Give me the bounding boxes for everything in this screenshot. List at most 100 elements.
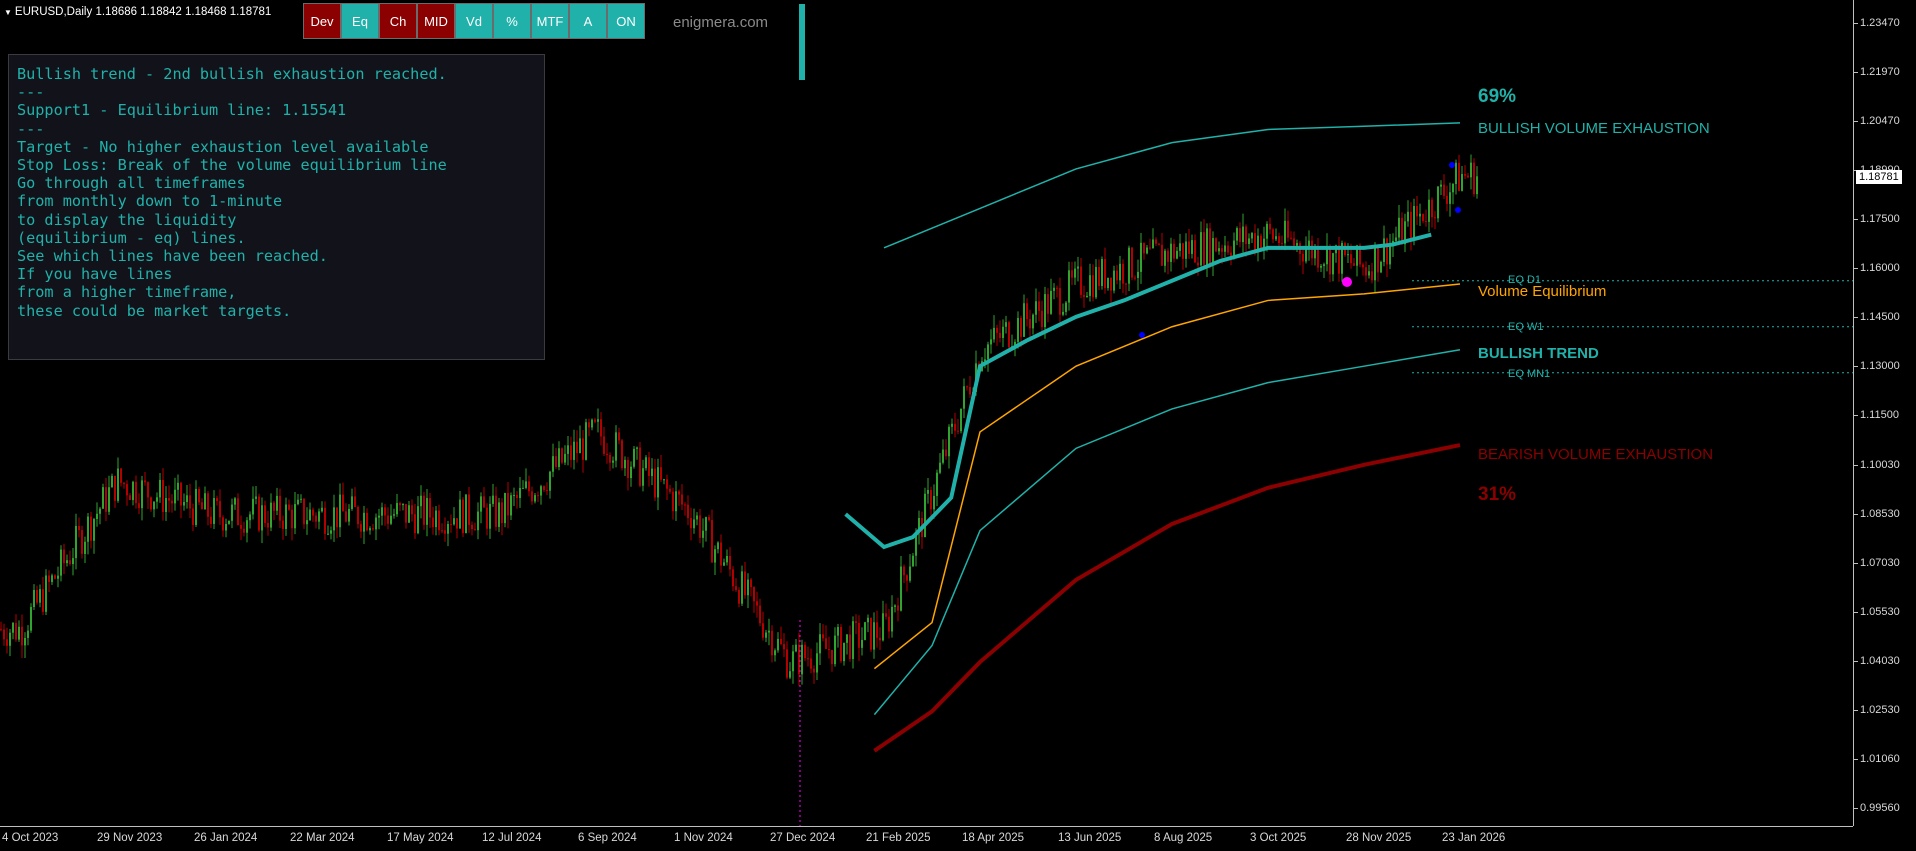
candle-body	[807, 658, 809, 660]
info-line: from a higher timeframe,	[17, 283, 237, 302]
candle-body	[666, 479, 668, 489]
candle-body	[1278, 236, 1280, 244]
candle-body	[717, 542, 719, 550]
candle-body	[345, 511, 347, 522]
candle-body	[651, 468, 653, 477]
candle-body	[936, 472, 938, 496]
candle-body	[657, 467, 659, 498]
candle-body	[513, 494, 515, 496]
candle-body	[747, 579, 749, 596]
indicator-line	[883, 122, 1461, 249]
a-button[interactable]: A	[569, 3, 607, 39]
candle-body	[123, 482, 125, 485]
candle-body	[141, 480, 143, 509]
candle-body	[1206, 228, 1208, 265]
candle-body	[213, 498, 215, 524]
candle-body	[1281, 243, 1283, 245]
pct-top-label: 69%	[1478, 86, 1517, 107]
ch-button[interactable]: Ch	[379, 3, 417, 39]
candle-body	[816, 653, 818, 673]
candle-body	[831, 649, 833, 665]
candle-body	[129, 495, 131, 501]
price-tick: 1.08530	[1854, 508, 1900, 520]
on-button[interactable]: ON	[607, 3, 645, 39]
collapse-triangle-icon[interactable]: ▼	[4, 8, 12, 17]
candle-body	[1221, 248, 1223, 252]
candle-body	[21, 626, 23, 646]
candle-body	[465, 494, 467, 534]
candle-body	[1098, 266, 1100, 286]
candle-body	[912, 555, 914, 567]
candle-body	[828, 649, 830, 651]
candle-body	[378, 515, 380, 518]
candle-body	[1455, 162, 1457, 185]
candle-body	[459, 499, 461, 529]
candle-body	[684, 504, 686, 506]
percent-button[interactable]: %	[493, 3, 531, 39]
candle-body	[285, 504, 287, 529]
time-axis[interactable]: 4 Oct 2023 29 Nov 2023 26 Jan 2024 22 Ma…	[0, 826, 1853, 851]
time-tick: 18 Apr 2025	[962, 832, 1025, 844]
candle-body	[162, 479, 164, 512]
vd-button[interactable]: Vd	[455, 3, 493, 39]
candle-body	[348, 508, 350, 522]
candle-body	[438, 510, 440, 531]
price-tick: 1.13000	[1854, 360, 1900, 372]
chart-area[interactable]: ▼ EURUSD,Daily 1.18686 1.18842 1.18468 1.…	[0, 0, 1853, 826]
candle-body	[24, 637, 26, 646]
candle-body	[756, 601, 758, 606]
candle-body	[372, 528, 374, 530]
candle-body	[963, 386, 965, 409]
candle-body	[219, 501, 221, 518]
candle-body	[1125, 283, 1127, 285]
candle-body	[75, 525, 77, 559]
candle-body	[1227, 245, 1229, 253]
mid-button[interactable]: MID	[417, 3, 455, 39]
candle-body	[1149, 247, 1151, 249]
mtf-button[interactable]: MTF	[531, 3, 569, 39]
candle-body	[135, 481, 137, 504]
candle-body	[660, 467, 662, 480]
candle-body	[381, 507, 383, 516]
candle-body	[708, 517, 710, 521]
candle-body	[414, 514, 416, 534]
candle-body	[849, 634, 851, 660]
candle-body	[258, 496, 260, 531]
candle-body	[42, 589, 44, 612]
symbol-title: EURUSD,Daily	[14, 6, 93, 18]
candle-body	[1080, 266, 1082, 295]
candle-body	[1050, 290, 1052, 314]
candle-body	[888, 616, 890, 632]
candle-body	[1242, 226, 1244, 243]
candle-body	[855, 621, 857, 623]
candle-body	[771, 630, 773, 656]
time-tick: 1 Nov 2024	[674, 832, 733, 844]
eq-button[interactable]: Eq	[341, 3, 379, 39]
signal-dot	[1139, 332, 1145, 338]
candle-body	[1365, 267, 1367, 276]
candle-body	[1143, 242, 1145, 254]
info-line: ---	[17, 119, 45, 138]
candle-body	[354, 496, 356, 507]
candle-body	[387, 515, 389, 524]
candle-body	[1323, 264, 1325, 266]
candle-body	[636, 447, 638, 449]
candle-body	[1164, 250, 1166, 266]
candle-body	[327, 533, 329, 535]
time-tick: 17 May 2024	[387, 832, 454, 844]
candle-body	[687, 504, 689, 519]
candle-body	[1035, 301, 1037, 315]
candle-body	[585, 422, 587, 460]
candle-body	[1077, 266, 1079, 269]
candle-body	[1068, 270, 1070, 303]
candle-body	[333, 507, 335, 531]
candle-body	[399, 503, 401, 506]
candle-body	[1173, 243, 1175, 259]
price-axis[interactable]: 1.23470 1.21970 1.20470 1.18990 1.17500 …	[1853, 0, 1916, 826]
candle-body	[870, 617, 872, 650]
candle-body	[1353, 263, 1355, 266]
price-tick: 1.20470	[1854, 115, 1900, 127]
candle-body	[15, 622, 17, 640]
dev-button[interactable]: Dev	[303, 3, 341, 39]
signal-dot	[1342, 277, 1352, 287]
